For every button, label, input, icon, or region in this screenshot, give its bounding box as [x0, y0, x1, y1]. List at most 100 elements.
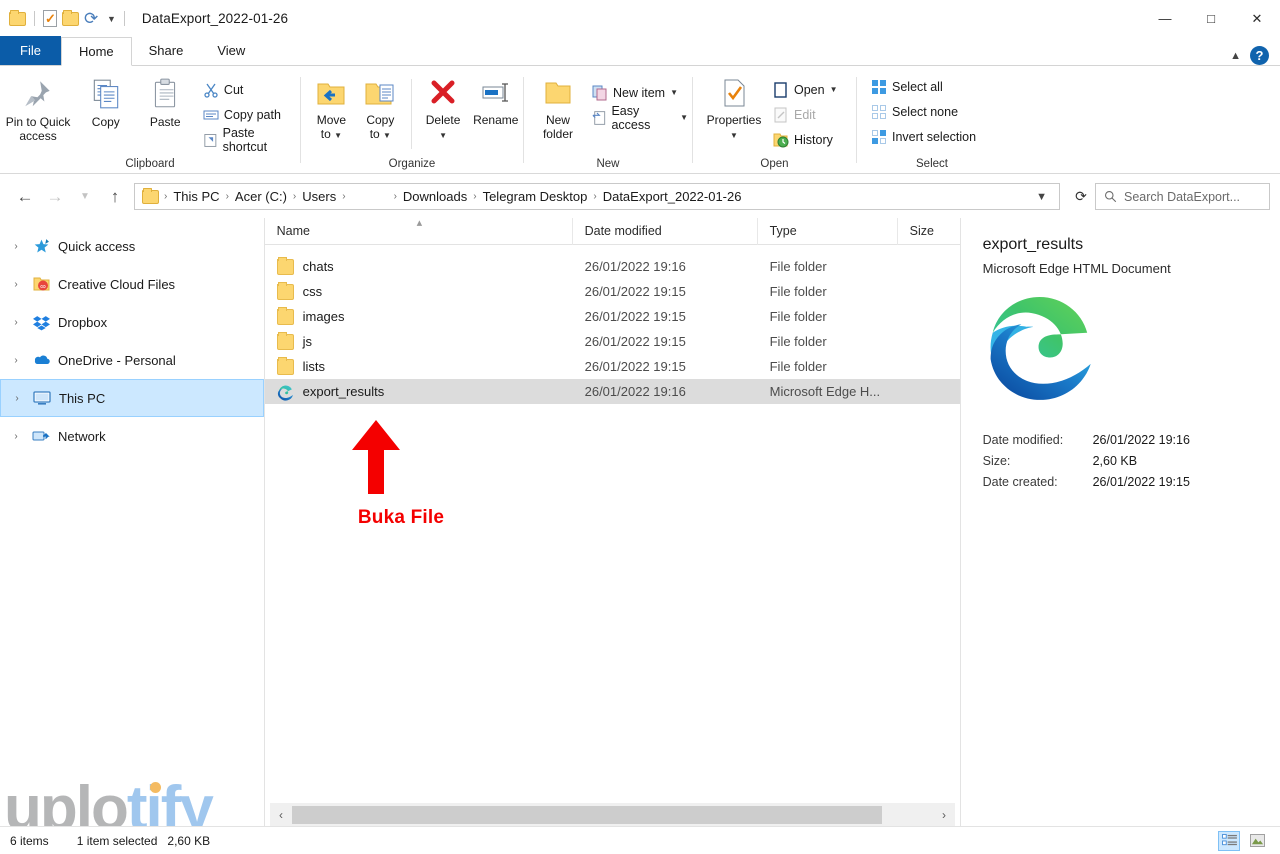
breadcrumb-item-downloads[interactable]: Downloads: [398, 187, 472, 207]
chevron-right-icon[interactable]: ›: [8, 355, 24, 366]
edit-button[interactable]: Edit: [769, 102, 842, 127]
select-all-button[interactable]: Select all: [867, 74, 980, 99]
sidebar-item-onedrive-personal[interactable]: › OneDrive - Personal: [0, 341, 264, 379]
chevron-right-icon[interactable]: ›: [8, 279, 24, 290]
paste-button[interactable]: Paste: [136, 71, 195, 130]
folder-icon[interactable]: [9, 9, 26, 26]
help-icon[interactable]: ?: [1250, 46, 1269, 65]
sidebar-item-dropbox[interactable]: › Dropbox: [0, 303, 264, 341]
sidebar-item-creative-cloud-files[interactable]: › ∞ Creative Cloud Files: [0, 265, 264, 303]
file-name-cell: js: [265, 331, 573, 350]
new-item-button[interactable]: New item ▼: [588, 80, 692, 105]
redo-icon[interactable]: ⟳: [84, 10, 101, 27]
horizontal-scrollbar[interactable]: ‹ ›: [270, 803, 955, 827]
chevron-down-icon[interactable]: ▼: [107, 14, 116, 24]
title-bar: ⟳ ▼ DataExport_2022-01-26 — □ ✕: [0, 0, 1280, 37]
address-bar: ← → ▼ ↑ › This PC › Acer (C:) › Users › …: [0, 175, 1280, 218]
new-folder-icon[interactable]: [62, 9, 79, 26]
scroll-right-button[interactable]: ›: [933, 803, 955, 827]
tab-file[interactable]: File: [0, 36, 61, 65]
up-button[interactable]: ↑: [100, 182, 130, 212]
details-fields: Date modified: 26/01/2022 19:16 Size: 2,…: [983, 433, 1260, 489]
chevron-down-icon[interactable]: ▼: [670, 88, 678, 97]
ribbon-group-new: New folder New item ▼ Easy access ▼ New: [524, 66, 692, 174]
breadcrumb-item-this-pc[interactable]: This PC: [168, 187, 224, 207]
history-button[interactable]: History: [769, 127, 842, 152]
large-icons-view-icon[interactable]: [1246, 831, 1268, 851]
maximize-button[interactable]: □: [1188, 0, 1234, 37]
tab-home[interactable]: Home: [60, 37, 132, 66]
column-header-size[interactable]: Size: [898, 218, 960, 245]
forward-button[interactable]: →: [40, 182, 70, 212]
chevron-up-icon[interactable]: ▲: [1230, 50, 1241, 62]
properties-button[interactable]: Properties ▼: [701, 71, 767, 142]
breadcrumb-item-dataexport[interactable]: DataExport_2022-01-26: [598, 187, 747, 207]
this-pc-icon: [33, 389, 51, 407]
column-header-name[interactable]: Name ▴: [265, 217, 573, 245]
sidebar-item-quick-access[interactable]: › Quick access: [0, 227, 264, 265]
chevron-right-icon[interactable]: ›: [8, 431, 24, 442]
open-button[interactable]: Open ▼: [769, 77, 842, 102]
search-input[interactable]: Search DataExport...: [1095, 183, 1270, 210]
paste-shortcut-icon: [204, 133, 217, 147]
chevron-down-icon[interactable]: ▼: [1028, 191, 1055, 203]
details-key: Size:: [982, 454, 1011, 468]
scrollbar-thumb[interactable]: [292, 806, 882, 824]
chevron-right-icon[interactable]: ›: [8, 317, 24, 328]
copy-icon: [93, 79, 119, 109]
cut-button[interactable]: Cut: [199, 77, 300, 102]
move-to-button[interactable]: Move to ▼: [307, 71, 356, 142]
table-row[interactable]: export_results 26/01/2022 19:16 Microsof…: [264, 379, 960, 404]
easy-access-button[interactable]: Easy access ▼: [588, 104, 692, 132]
copy-path-label: Copy path: [223, 107, 281, 122]
copy-button[interactable]: Copy: [76, 71, 135, 130]
table-row[interactable]: chats 26/01/2022 19:16 File folder: [265, 254, 960, 279]
chevron-down-icon[interactable]: ▼: [439, 131, 447, 140]
tab-view[interactable]: View: [200, 36, 262, 65]
table-row[interactable]: images 26/01/2022 19:15 File folder: [265, 304, 960, 329]
paste-shortcut-button[interactable]: Paste shortcut: [199, 126, 300, 154]
details-view-icon[interactable]: [1218, 830, 1240, 851]
table-row[interactable]: lists 26/01/2022 19:15 File folder: [265, 354, 960, 379]
breadcrumb[interactable]: › This PC › Acer (C:) › Users › › Downlo…: [134, 183, 1060, 210]
ribbon-group-open: Properties ▼ Open ▼ Edit History Open: [693, 66, 856, 174]
chevron-down-icon[interactable]: ▼: [830, 85, 838, 94]
select-small-buttons: Select all Select none Invert selection: [867, 74, 980, 149]
chevron-down-icon[interactable]: ▼: [334, 131, 342, 140]
rename-button[interactable]: Rename: [468, 71, 523, 128]
tab-share[interactable]: Share: [132, 36, 201, 65]
table-row[interactable]: css 26/01/2022 19:15 File folder: [265, 279, 960, 304]
column-header-type[interactable]: Type: [758, 217, 898, 245]
minimize-button[interactable]: —: [1142, 0, 1188, 37]
divider: [34, 11, 35, 26]
new-folder-button[interactable]: New folder: [532, 71, 584, 141]
breadcrumb-item-acer-c[interactable]: Acer (C:): [230, 187, 292, 207]
new-item-icon: [592, 85, 607, 100]
column-header-date-modified[interactable]: Date modified: [573, 217, 758, 245]
sidebar-item-network[interactable]: › Network: [0, 417, 264, 455]
back-button[interactable]: ←: [10, 182, 40, 212]
copy-label: Copy: [91, 115, 120, 129]
chevron-right-icon[interactable]: ›: [8, 241, 24, 252]
delete-button[interactable]: Delete ▼: [418, 71, 469, 142]
breadcrumb-item-users[interactable]: Users: [297, 187, 341, 207]
pin-to-quick-access-button[interactable]: Pin to Quick access: [0, 71, 76, 143]
scrollbar-track[interactable]: [292, 803, 933, 827]
refresh-icon[interactable]: ⟳: [1067, 183, 1095, 210]
select-none-button[interactable]: Select none: [867, 99, 980, 124]
close-button[interactable]: ✕: [1234, 0, 1280, 37]
properties-icon[interactable]: [43, 10, 57, 27]
recent-locations-button[interactable]: ▼: [70, 182, 100, 212]
chevron-down-icon[interactable]: ▼: [680, 113, 688, 122]
sidebar-item-this-pc[interactable]: › This PC: [0, 379, 264, 417]
table-row[interactable]: js 26/01/2022 19:15 File folder: [265, 329, 960, 354]
chevron-down-icon[interactable]: ▼: [730, 131, 738, 140]
scroll-left-button[interactable]: ‹: [270, 803, 292, 827]
breadcrumb-item-telegram-desktop[interactable]: Telegram Desktop: [478, 187, 593, 207]
copy-path-button[interactable]: Copy path: [199, 102, 300, 127]
chevron-right-icon[interactable]: ›: [9, 393, 25, 404]
copy-to-button[interactable]: Copy to ▼: [356, 71, 405, 142]
chevron-down-icon[interactable]: ▼: [383, 131, 391, 140]
edit-label: Edit: [794, 107, 816, 122]
invert-selection-button[interactable]: Invert selection: [867, 124, 980, 149]
